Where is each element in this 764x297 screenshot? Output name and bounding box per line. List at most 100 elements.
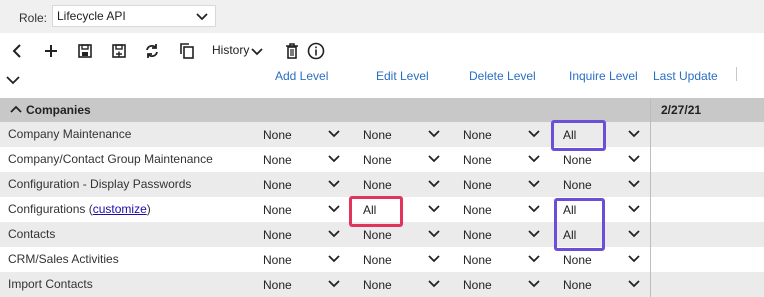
inquire-level-select[interactable]: All [563,122,653,147]
add-level-select[interactable]: None [263,147,353,172]
edit-level-select[interactable]: None [363,272,453,297]
chevron-down-icon[interactable] [427,277,441,291]
select-value: None [363,153,392,167]
chevron-down-icon[interactable] [327,252,341,266]
add-level-select[interactable]: None [263,122,353,147]
refresh-icon[interactable] [143,42,161,60]
customize-link[interactable]: customize [93,202,147,216]
column-header-last-update[interactable]: Last Update [653,69,718,83]
edit-level-select[interactable]: All [363,197,453,222]
delete-level-select[interactable]: None [463,147,553,172]
chevron-down-icon[interactable] [327,227,341,241]
copy-icon[interactable] [178,42,196,60]
select-value: None [263,228,292,242]
chevron-down-icon[interactable] [527,152,541,166]
chevron-down-icon[interactable] [427,152,441,166]
history-dropdown[interactable]: History [212,43,249,61]
chevron-down-icon[interactable] [627,177,641,191]
chevron-down-icon[interactable] [627,227,641,241]
role-label: Role: [19,11,48,25]
role-bar: Role: Lifecycle API [0,0,764,33]
chevron-down-icon[interactable] [250,45,264,59]
edit-level-select[interactable]: None [363,147,453,172]
info-icon[interactable] [307,42,325,60]
select-value: None [263,253,292,267]
save-icon[interactable] [76,42,94,60]
chevron-down-icon[interactable] [427,127,441,141]
delete-level-select[interactable]: None [463,122,553,147]
delete-icon[interactable] [283,42,301,60]
chevron-down-icon[interactable] [427,252,441,266]
back-arrow-icon[interactable] [9,42,27,60]
column-header-delete-level[interactable]: Delete Level [469,69,536,83]
edit-level-select[interactable]: None [363,247,453,272]
add-level-select[interactable]: None [263,272,353,297]
select-value: None [463,228,492,242]
save-as-icon[interactable] [110,42,128,60]
inquire-level-select[interactable]: None [563,272,653,297]
edit-level-select[interactable]: None [363,222,453,247]
chevron-down-icon[interactable] [527,227,541,241]
chevron-down-icon[interactable] [327,127,341,141]
chevron-down-icon[interactable] [627,252,641,266]
row-label: Contacts [8,227,56,241]
select-value: None [363,128,392,142]
inquire-level-select[interactable]: None [563,172,653,197]
select-value: All [563,203,577,217]
add-level-select[interactable]: None [263,172,353,197]
section-title: Companies [26,103,91,117]
select-value: None [563,153,592,167]
select-value: None [463,278,492,292]
row-label: Configurations (customize) [8,202,151,216]
delete-level-select[interactable]: None [463,172,553,197]
chevron-down-icon[interactable] [527,277,541,291]
chevron-down-icon[interactable] [327,277,341,291]
add-level-select[interactable]: None [263,247,353,272]
select-value: None [563,253,592,267]
delete-level-select[interactable]: None [463,197,553,222]
chevron-down-icon[interactable] [427,227,441,241]
select-value: None [363,178,392,192]
chevron-down-icon[interactable] [627,202,641,216]
section-last-update: 2/27/21 [661,103,702,117]
inquire-level-select[interactable]: All [563,197,653,222]
delete-level-select[interactable]: None [463,222,553,247]
chevron-down-icon[interactable] [427,177,441,191]
select-value: None [563,178,592,192]
select-value: All [563,128,577,142]
delete-level-select[interactable]: None [463,247,553,272]
chevron-down-icon[interactable] [527,127,541,141]
chevron-down-icon[interactable] [327,152,341,166]
column-header-add-level[interactable]: Add Level [275,69,328,83]
add-level-select[interactable]: None [263,222,353,247]
add-icon[interactable] [42,42,60,60]
inquire-level-select[interactable]: All [563,222,653,247]
chevron-down-icon[interactable] [327,202,341,216]
chevron-down-icon[interactable] [427,202,441,216]
select-value: None [263,178,292,192]
edit-level-select[interactable]: None [363,122,453,147]
delete-level-select[interactable]: None [463,272,553,297]
select-value: All [563,228,577,242]
expand-all-chevron-icon[interactable] [5,72,21,88]
chevron-up-icon[interactable] [10,104,22,116]
inquire-level-select[interactable]: None [563,147,653,172]
add-level-select[interactable]: None [263,197,353,222]
column-header-edit-level[interactable]: Edit Level [376,69,429,83]
column-divider [736,67,737,81]
chevron-down-icon[interactable] [527,252,541,266]
chevron-down-icon[interactable] [327,177,341,191]
select-value: None [463,153,492,167]
chevron-down-icon[interactable] [527,202,541,216]
row-label: Company/Contact Group Maintenance [8,152,213,166]
column-header-inquire-level[interactable]: Inquire Level [569,69,638,83]
select-value: All [363,203,377,217]
edit-level-select[interactable]: None [363,172,453,197]
chevron-down-icon[interactable] [627,277,641,291]
chevron-down-icon[interactable] [627,152,641,166]
chevron-down-icon[interactable] [627,127,641,141]
chevron-down-icon[interactable] [527,177,541,191]
row-label: Import Contacts [8,277,93,291]
inquire-level-select[interactable]: None [563,247,653,272]
role-select[interactable]: Lifecycle API [52,5,216,27]
